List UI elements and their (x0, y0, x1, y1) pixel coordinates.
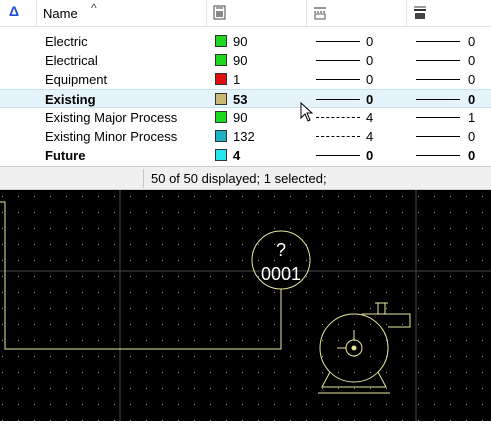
level-style-line-sample (316, 155, 360, 156)
level-style-value: 0 (366, 92, 374, 107)
color-column-header[interactable] (207, 0, 307, 26)
level-weight-line-sample (416, 99, 460, 100)
filter-column-header[interactable]: Δ (0, 0, 37, 26)
level-color-value: 90 (233, 110, 248, 125)
level-weight-value: 0 (468, 53, 476, 68)
level-color-value: 132 (233, 129, 255, 144)
level-color-value: 90 (233, 53, 248, 68)
level-color-swatch[interactable] (215, 93, 227, 105)
level-style-line-sample (316, 99, 360, 100)
column-header: Δ Name ^ (0, 0, 491, 27)
level-weight-line-sample (416, 60, 460, 61)
status-bar: 50 of 50 displayed; 1 selected; (0, 166, 491, 190)
sort-ascending-icon: ^ (91, 1, 97, 15)
grid-dots (0, 190, 491, 421)
level-name: Future (45, 148, 86, 163)
status-text: 50 of 50 displayed; 1 selected; (151, 171, 327, 186)
level-row[interactable]: Electric 90 0 0 (0, 32, 491, 51)
level-style-value: 0 (366, 53, 374, 68)
line-weight-column-header[interactable] (407, 0, 491, 26)
level-weight-line-sample (416, 79, 460, 80)
level-weight-line-sample (416, 41, 460, 42)
name-column-label: Name (43, 6, 78, 21)
level-weight-line-sample (416, 117, 460, 118)
level-style-value: 0 (366, 148, 374, 163)
level-weight-line-sample (416, 136, 460, 137)
level-name: Equipment (45, 72, 108, 87)
level-color-swatch[interactable] (215, 130, 227, 142)
level-color-value: 1 (233, 72, 241, 87)
level-weight-value: 0 (468, 148, 476, 163)
level-row[interactable]: Future 4 0 0 (0, 146, 491, 165)
level-color-swatch[interactable] (215, 111, 227, 123)
level-style-line-sample (316, 117, 360, 118)
level-color-swatch[interactable] (215, 149, 227, 161)
level-style-line-sample (316, 136, 360, 137)
level-weight-value: 0 (468, 34, 476, 49)
tag-top-text: ? (276, 240, 286, 260)
level-weight-value: 0 (468, 92, 476, 107)
mouse-pointer-icon (300, 102, 314, 122)
level-color-value: 53 (233, 92, 248, 107)
level-weight-value: 1 (468, 110, 476, 125)
level-name: Electric (45, 34, 88, 49)
level-name: Existing Major Process (45, 110, 178, 125)
level-style-value: 4 (366, 129, 374, 144)
level-color-value: 4 (233, 148, 241, 163)
level-weight-line-sample (416, 155, 460, 156)
level-row[interactable]: Existing Minor Process 132 4 0 (0, 127, 491, 146)
level-color-swatch[interactable] (215, 73, 227, 85)
level-row[interactable]: Existing 53 0 0 (0, 89, 491, 108)
line-weight-column-icon (414, 6, 426, 19)
level-row[interactable]: Existing Major Process 90 4 1 (0, 108, 491, 127)
level-color-swatch[interactable] (215, 54, 227, 66)
drawing-canvas[interactable]: ? 0001 (0, 190, 491, 421)
tag-number-text: 0001 (261, 264, 301, 284)
level-row[interactable]: Electrical 90 0 0 (0, 51, 491, 70)
level-style-line-sample (316, 41, 360, 42)
level-weight-value: 0 (468, 72, 476, 87)
drawing-view: ? 0001 (0, 190, 491, 421)
level-style-value: 0 (366, 34, 374, 49)
level-weight-value: 0 (468, 129, 476, 144)
line-style-column-header[interactable] (307, 0, 407, 26)
levels-panel: Δ Name ^ Electric 90 0 0 Electrical 90 0… (0, 0, 491, 166)
delta-icon[interactable]: Δ (9, 3, 19, 19)
level-row[interactable]: Equipment 1 0 0 (0, 70, 491, 89)
level-style-line-sample (316, 79, 360, 80)
line-style-column-icon (314, 7, 326, 20)
level-color-swatch[interactable] (215, 35, 227, 47)
level-name: Electrical (45, 53, 98, 68)
status-divider (143, 169, 144, 188)
level-color-value: 90 (233, 34, 248, 49)
level-style-value: 0 (366, 72, 374, 87)
level-name: Existing (45, 92, 96, 107)
name-column-header[interactable]: Name ^ (37, 0, 207, 26)
level-name: Existing Minor Process (45, 129, 178, 144)
level-style-line-sample (316, 60, 360, 61)
color-column-icon (213, 5, 226, 20)
level-style-value: 4 (366, 110, 374, 125)
